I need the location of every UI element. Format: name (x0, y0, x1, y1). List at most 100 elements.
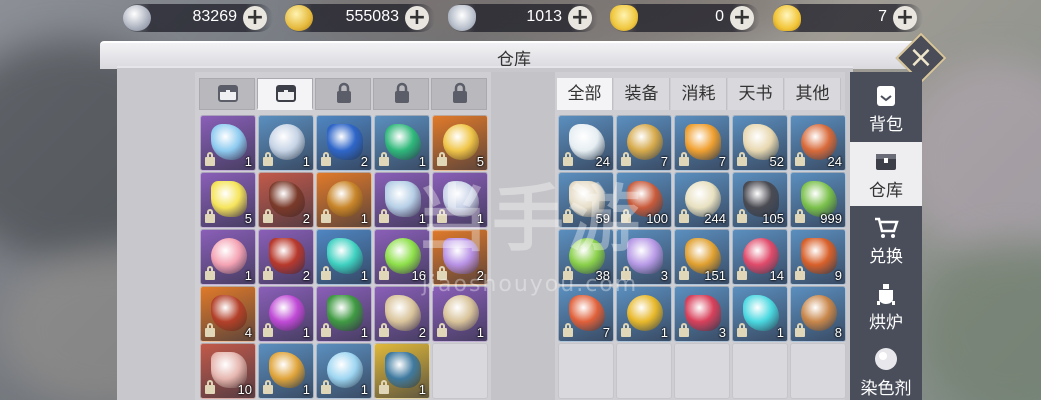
item-slot[interactable]: 1 (374, 115, 430, 171)
item-slot[interactable]: 1 (200, 229, 256, 285)
empty-slot[interactable] (616, 343, 672, 399)
item-count: 100 (646, 211, 668, 226)
item-slot[interactable]: 1 (316, 286, 372, 342)
storage-page-tab-1[interactable] (199, 78, 255, 110)
item-slot[interactable]: 7 (616, 115, 672, 171)
item-count: 1 (244, 268, 252, 283)
bound-lock-icon (795, 152, 805, 166)
side-menu-exchange[interactable]: 兑换 (850, 208, 922, 272)
item-slot[interactable]: 1 (432, 286, 488, 342)
item-slot[interactable]: 1 (316, 172, 372, 228)
bound-lock-icon (621, 323, 631, 337)
item-slot[interactable]: 1 (200, 115, 256, 171)
side-menu-label: 仓库 (869, 181, 903, 201)
round-shield-icon (269, 181, 305, 217)
bound-lock-icon (737, 209, 747, 223)
add-currency-button[interactable]: + (243, 6, 267, 30)
item-slot[interactable]: 24 (790, 115, 846, 171)
item-count: 5 (476, 154, 484, 169)
add-currency-button[interactable]: + (568, 6, 592, 30)
side-menu-label: 兑换 (869, 247, 903, 267)
empty-slot[interactable] (432, 343, 488, 399)
side-menu-furnace[interactable]: 烘炉 (850, 274, 922, 338)
item-count: 151 (704, 268, 726, 283)
empty-slot[interactable] (732, 343, 788, 399)
add-currency-button[interactable]: + (730, 6, 754, 30)
item-slot[interactable]: 38 (558, 229, 614, 285)
tab-equipment[interactable]: 装备 (614, 78, 670, 110)
item-slot[interactable]: 1 (258, 343, 314, 399)
item-slot[interactable]: 1 (374, 172, 430, 228)
item-slot[interactable]: 2 (374, 286, 430, 342)
pig-icon (211, 238, 247, 274)
item-slot[interactable]: 100 (616, 172, 672, 228)
item-slot[interactable]: 5 (200, 172, 256, 228)
storage-page-tab-locked-3[interactable] (315, 78, 371, 110)
padlock-icon (269, 352, 305, 388)
item-slot[interactable]: 151 (674, 229, 730, 285)
item-slot[interactable]: 1 (316, 229, 372, 285)
empty-slot[interactable] (790, 343, 846, 399)
side-menu-backpack[interactable]: 背包 (850, 76, 922, 140)
empty-slot[interactable] (674, 343, 730, 399)
panel-divider (491, 72, 555, 400)
item-slot[interactable]: 1 (374, 343, 430, 399)
add-currency-button[interactable]: + (405, 6, 429, 30)
item-count: 8 (834, 325, 842, 340)
item-slot[interactable]: 244 (674, 172, 730, 228)
item-slot[interactable]: 10 (200, 343, 256, 399)
item-slot[interactable]: 7 (674, 115, 730, 171)
item-count: 1 (360, 382, 368, 397)
item-slot[interactable]: 2 (258, 172, 314, 228)
storage-page-tab-locked-4[interactable] (373, 78, 429, 110)
item-slot[interactable]: 14 (732, 229, 788, 285)
tab-other[interactable]: 其他 (785, 78, 841, 110)
storage-page-tab-locked-5[interactable] (431, 78, 487, 110)
item-slot[interactable]: 1 (432, 172, 488, 228)
item-slot[interactable]: 4 (200, 286, 256, 342)
red-crystal-icon (685, 295, 721, 331)
bound-lock-icon (205, 380, 215, 394)
side-menu-dye[interactable]: 染色剂 (850, 340, 922, 400)
item-count: 1 (244, 154, 252, 169)
bound-lock-icon (379, 380, 389, 394)
item-slot[interactable]: 16 (374, 229, 430, 285)
storage-page-tabs (199, 72, 489, 110)
item-slot[interactable]: 24 (558, 115, 614, 171)
bound-lock-icon (737, 152, 747, 166)
tab-all[interactable]: 全部 (557, 78, 613, 110)
item-slot[interactable]: 3 (616, 229, 672, 285)
empty-slot[interactable] (558, 343, 614, 399)
item-slot[interactable]: 999 (790, 172, 846, 228)
tab-consumables[interactable]: 消耗 (671, 78, 727, 110)
tab-heavenly-books[interactable]: 天书 (728, 78, 784, 110)
lock-icon (395, 82, 409, 103)
item-count: 5 (244, 211, 252, 226)
item-slot[interactable]: 1 (616, 286, 672, 342)
item-slot[interactable]: 7 (558, 286, 614, 342)
item-slot[interactable]: 2 (316, 115, 372, 171)
item-slot[interactable]: 1 (732, 286, 788, 342)
scroll-icon (443, 295, 479, 331)
bound-lock-icon (563, 152, 573, 166)
add-currency-button[interactable]: + (893, 6, 917, 30)
item-slot[interactable]: 9 (790, 229, 846, 285)
storage-page-tab-2[interactable] (257, 78, 313, 110)
side-menu-warehouse[interactable]: 仓库 (850, 142, 922, 206)
item-slot[interactable]: 52 (732, 115, 788, 171)
item-slot[interactable]: 2 (258, 229, 314, 285)
item-slot[interactable]: 105 (732, 172, 788, 228)
treasure-chest-icon (385, 352, 421, 388)
item-slot[interactable]: 59 (558, 172, 614, 228)
item-count: 38 (595, 268, 610, 283)
item-slot[interactable]: 1 (258, 115, 314, 171)
item-slot[interactable]: 3 (674, 286, 730, 342)
item-slot[interactable]: 8 (790, 286, 846, 342)
item-slot[interactable]: 2 (432, 229, 488, 285)
window-title-bar: 仓库 (100, 41, 928, 70)
bound-lock-icon (321, 323, 331, 337)
item-slot[interactable]: 5 (432, 115, 488, 171)
helmet-icon (269, 238, 305, 274)
item-slot[interactable]: 1 (316, 343, 372, 399)
item-slot[interactable]: 1 (258, 286, 314, 342)
